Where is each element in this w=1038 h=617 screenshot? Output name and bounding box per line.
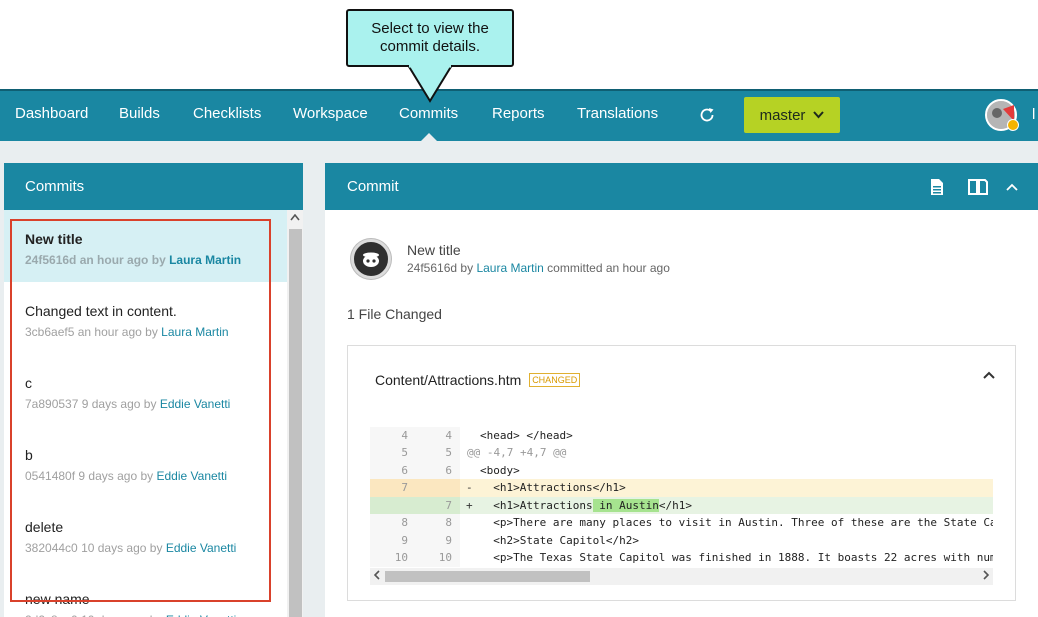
commit-list-scrollbar[interactable] [287, 210, 303, 617]
old-line-number: 8 [401, 516, 408, 529]
file-view-icon[interactable] [929, 178, 945, 200]
diff-sign: - [466, 481, 473, 494]
top-nav: Dashboard Builds Checklists Workspace Co… [0, 89, 1038, 141]
diff-code: <h1>Attractions in Austin</h1> [480, 497, 692, 515]
diff-sign: + [466, 498, 473, 512]
diff-code-post: </h1> [658, 498, 692, 512]
callout-box: Select to view the commit details. [346, 9, 514, 67]
nav-dashboard[interactable]: Dashboard [15, 105, 88, 122]
commit-detail-title: New title [407, 242, 461, 258]
diff-hunk-header: @@ -4,7 +4,7 @@ [370, 409, 993, 459]
diff-code: <h2>State Capitol</h2> [480, 533, 639, 547]
nav-builds[interactable]: Builds [119, 105, 160, 122]
commit-details-panel: Commit New title 24f5616d by Laura Marti… [325, 163, 1038, 617]
callout-line-2: commit details. [379, 38, 481, 55]
branch-dropdown-button[interactable]: master [744, 97, 840, 133]
commit-meta: 2d2c8aa0 10 days ago by Eddie Vanetti [25, 613, 266, 617]
diff-line: 55 [370, 444, 993, 462]
commit-by: by [150, 613, 163, 617]
changed-file-card: Content/Attractions.htm CHANGED @@ -4,7 … [347, 345, 1016, 601]
diff-line-removed: 7 - <h1>Attractions</h1> [370, 479, 993, 497]
commit-detail-by: by [460, 261, 474, 275]
new-line-number: 5 [445, 446, 452, 459]
commit-author[interactable]: Eddie Vanetti [166, 613, 237, 617]
old-line-number: 6 [401, 463, 408, 477]
collapse-panel-icon[interactable] [1005, 178, 1019, 200]
old-line-number: 7 [401, 481, 408, 494]
commit-panel-header: Commit [325, 163, 1038, 210]
nav-workspace[interactable]: Workspace [293, 105, 368, 122]
nav-overflow-text: l [1032, 106, 1036, 123]
commit-detail-time: committed an hour ago [547, 261, 670, 275]
diff-code: <h1>Attractions</h1> [480, 481, 626, 494]
diff-code-pre: <h1>Attractions [480, 498, 593, 512]
file-collapse-icon[interactable] [982, 368, 996, 387]
commit-detail-meta: 24f5616d by Laura Martin committed an ho… [407, 261, 670, 275]
split-view-icon[interactable] [968, 178, 988, 200]
callout-pointer [406, 65, 454, 103]
commit-author-logo [351, 239, 391, 279]
nav-translations[interactable]: Translations [577, 105, 658, 122]
nav-reports[interactable]: Reports [492, 105, 545, 122]
scroll-left-icon[interactable] [373, 570, 381, 580]
branch-label: master [759, 106, 806, 124]
new-line-number: 7 [445, 498, 452, 512]
commit-time: 10 days ago [81, 613, 146, 617]
diff-view: @@ -4,7 +4,7 @@ 4 4 <head> </head> 5 5 6 6 <bod… [370, 409, 993, 585]
diff-line: 8 8 <p>There are many places to visit in … [370, 514, 993, 532]
diff-line: 10 10 <p>The Texas State Capitol was fini… [370, 549, 993, 567]
scrollbar-thumb[interactable] [289, 229, 302, 617]
author-logo-icon [363, 252, 379, 267]
new-line-number: 9 [445, 533, 452, 547]
files-changed-count: 1 File Changed [347, 306, 442, 322]
file-header: Content/Attractions.htm CHANGED [375, 372, 581, 388]
active-tab-indicator [421, 133, 437, 141]
old-line-number: 4 [401, 428, 408, 442]
diff-code: <p>There are many places to visit in Aus… [480, 516, 993, 529]
scroll-right-icon[interactable] [982, 570, 990, 580]
file-status-badge: CHANGED [529, 373, 581, 388]
diff-code: <p>The Texas State Capitol was finished … [480, 551, 993, 564]
nav-checklists[interactable]: Checklists [193, 105, 261, 122]
new-line-number: 8 [445, 516, 452, 529]
diff-horizontal-scrollbar[interactable] [370, 568, 993, 585]
nav-commits[interactable]: Commits [399, 105, 458, 122]
app-window: Select to view the commit details. Dashb… [0, 0, 1038, 617]
commit-hash: 2d2c8aa0 [25, 613, 78, 617]
new-line-number: 6 [445, 463, 452, 477]
file-path[interactable]: Content/Attractions.htm [375, 372, 521, 388]
diff-code: <head> </head> [480, 428, 573, 442]
commit-detail-hash: 24f5616d [407, 261, 458, 275]
status-badge [1007, 119, 1019, 131]
commit-panel-title: Commit [347, 178, 399, 195]
old-line-number: 5 [401, 446, 408, 459]
diff-line-added: 7 + <h1>Attractions in Austin</h1> [370, 496, 993, 515]
diff-line: 6 6 <body> [370, 461, 993, 479]
chevron-down-icon [813, 111, 825, 119]
commit-detail-author[interactable]: Laura Martin [476, 261, 543, 275]
highlight-annotation-box [10, 219, 271, 602]
new-line-number: 4 [445, 428, 452, 442]
diff-line: 9 9 <h2>State Capitol</h2> [370, 531, 993, 549]
callout-line-1: Select to view the [371, 20, 489, 37]
diff-code-highlight: in Austin [592, 498, 659, 512]
refresh-icon[interactable] [698, 106, 716, 129]
scroll-up-icon[interactable] [290, 214, 300, 221]
diff-code: <body> [480, 463, 520, 477]
new-line-number: 10 [438, 551, 452, 564]
old-line-number: 10 [394, 551, 408, 564]
user-avatar[interactable] [985, 99, 1019, 131]
old-line-number: 9 [401, 533, 408, 547]
hscroll-thumb[interactable] [385, 571, 590, 582]
commits-panel-title: Commits [4, 163, 303, 210]
diff-line: 4 4 <head> </head> [370, 426, 993, 444]
